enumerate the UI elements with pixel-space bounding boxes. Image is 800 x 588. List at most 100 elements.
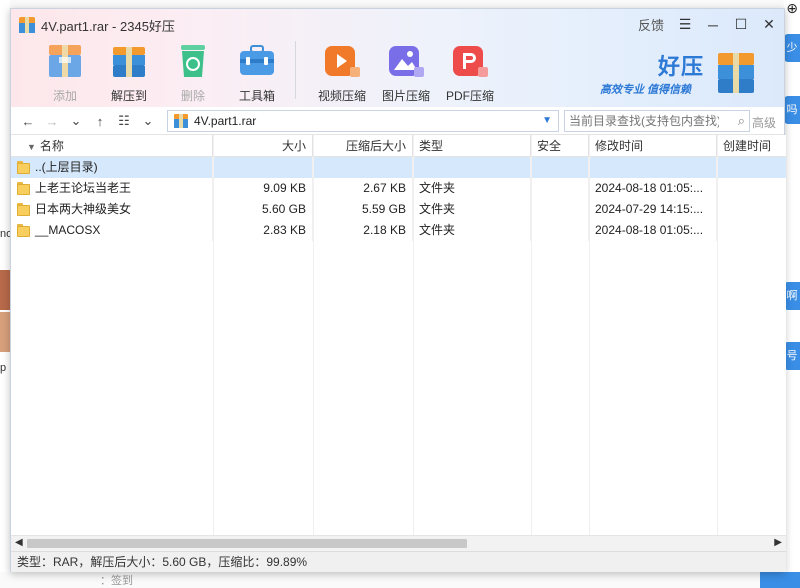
video-compress-button[interactable]: 视频压缩 [310,41,374,104]
toolbar: 添加 解压到 删除 工具箱 视频压缩 图片压缩 PDF压缩 [33,41,502,104]
extract-to-label: 解压到 [110,89,147,103]
scroll-left-icon[interactable]: ◀ [15,537,23,548]
background-text: p [0,362,7,374]
extract-icon [109,41,149,81]
background-thumbnail [0,312,10,352]
sort-arrow-icon: ▼ [27,142,36,152]
created-cell [717,178,786,199]
column-header-created[interactable]: 创建时间 [717,135,786,157]
search-icon[interactable]: ⌕ [738,113,745,129]
path-text: 4V.part1.rar [194,114,257,128]
brand-slogan: 高效专业 值得信赖 [600,84,692,96]
add-archive-icon [45,41,85,81]
column-header-name[interactable]: ▼ 名称 [11,135,213,157]
search-input[interactable] [569,114,719,128]
archive-app-icon [19,17,35,33]
back-icon[interactable]: ← [19,111,37,131]
background-side-tab[interactable]: 啊 [784,282,800,310]
column-header-security[interactable]: 安全 [531,135,589,157]
video-compress-label: 视频压缩 [317,89,366,103]
modified-cell: 2024-08-18 01:05:... [589,220,717,241]
add-icon[interactable]: ⊕ [786,0,798,17]
modified-cell: 2024-07-29 14:15:... [589,199,717,220]
type-cell: 文件夹 [413,178,531,199]
type-cell [413,157,531,178]
column-header-type[interactable]: 类型 [413,135,531,157]
column-divider [531,135,532,535]
add-button-label: 添加 [52,89,77,103]
path-dropdown-icon[interactable]: ▼ [542,115,552,126]
background-bottom-strip: ：签到 [0,572,800,588]
type-cell: 文件夹 [413,220,531,241]
image-icon [386,41,426,81]
folder-icon [17,223,31,238]
table-row[interactable]: ..(上层目录) [11,157,786,178]
pdf-icon [450,41,490,81]
advanced-search-button[interactable]: 高级 [752,114,776,131]
background-left-panel: no p [0,0,12,588]
title-bar: 4V.part1.rar - 2345好压 [19,15,175,35]
brand-logo-icon [716,51,756,95]
table-row[interactable]: __MACOSX 2.83 KB 2.18 KB 文件夹 2024-08-18 … [11,220,786,241]
background-side-tab[interactable]: 吗 [784,96,800,124]
minimize-icon[interactable]: ─ [706,17,720,33]
compressed-size-cell: 5.59 GB [313,199,413,220]
name-cell: __MACOSX [11,220,213,241]
background-button[interactable] [760,572,800,588]
column-divider [313,135,314,535]
table-row[interactable]: 上老王论坛当老王 9.09 KB 2.67 KB 文件夹 2024-08-18 … [11,178,786,199]
toolbar-separator [295,41,296,99]
file-table: ▼ 名称 大小 压缩后大小 类型 安全 修改时间 创建时间 ..(上层目录) 上老… [11,135,786,535]
created-cell [717,220,786,241]
folder-icon [17,202,31,217]
feedback-button[interactable]: 反馈 [638,15,664,34]
background-side-tab[interactable]: 号 [784,342,800,370]
delete-label: 删除 [180,89,205,103]
extract-to-button[interactable]: 解压到 [97,41,161,104]
compressed-size-cell: 2.18 KB [313,220,413,241]
scrollbar-thumb[interactable] [27,539,467,548]
recycle-icon [173,41,213,81]
up-icon[interactable]: ↑ [91,111,109,131]
horizontal-scrollbar[interactable]: ◀ ▶ [11,535,786,551]
toolbox-button[interactable]: 工具箱 [225,41,289,104]
menu-icon[interactable]: ☰ [678,16,692,32]
modified-cell: 2024-08-18 01:05:... [589,178,717,199]
compressed-size-cell: 2.67 KB [313,178,413,199]
video-icon [322,41,362,81]
image-compress-button[interactable]: 图片压缩 [374,41,438,104]
size-cell: 2.83 KB [213,220,313,241]
pdf-compress-label: PDF压缩 [445,89,494,103]
security-cell [531,220,589,241]
name-cell: 上老王论坛当老王 [11,178,213,199]
column-divider [589,135,590,535]
status-bar: 类型：RAR，解压后大小：5.60 GB，压缩比：99.89% [11,551,786,572]
view-dropdown-icon[interactable]: ⌄ [139,111,157,131]
name-cell: 日本两大神级美女 [11,199,213,220]
table-row[interactable]: 日本两大神级美女 5.60 GB 5.59 GB 文件夹 2024-07-29 … [11,199,786,220]
maximize-icon[interactable]: ☐ [734,16,748,32]
security-cell [531,199,589,220]
column-header-modified[interactable]: 修改时间 [589,135,717,157]
background-side-tab[interactable]: 少 [784,34,800,62]
image-compress-label: 图片压缩 [381,89,430,103]
delete-button[interactable]: 删除 [161,41,225,104]
column-header-compressed-size[interactable]: 压缩后大小 [313,135,413,157]
close-icon[interactable]: ✕ [762,16,776,32]
path-field[interactable]: 4V.part1.rar ▼ [167,110,559,132]
view-mode-icon[interactable]: ☷ [115,111,133,131]
brand-area: 好压 高效专业 值得信赖 [598,49,758,101]
pdf-compress-button[interactable]: PDF压缩 [438,41,502,104]
forward-icon[interactable]: → [43,111,61,131]
add-button[interactable]: 添加 [33,41,97,104]
folder-icon [17,160,31,175]
window-title: 4V.part1.rar - 2345好压 [41,18,175,34]
column-divider [717,135,718,535]
address-bar: ← → ⌄ ↑ ☷ ⌄ 4V.part1.rar ▼ ⌕ 高级 [11,107,784,135]
history-dropdown-icon[interactable]: ⌄ [67,111,85,131]
background-right-panel: ⊕ 少 吗 啊 号 [784,0,800,588]
size-cell: 9.09 KB [213,178,313,199]
scroll-right-icon[interactable]: ▶ [774,537,782,548]
column-header-size[interactable]: 大小 [213,135,313,157]
background-thumbnail [0,270,10,310]
